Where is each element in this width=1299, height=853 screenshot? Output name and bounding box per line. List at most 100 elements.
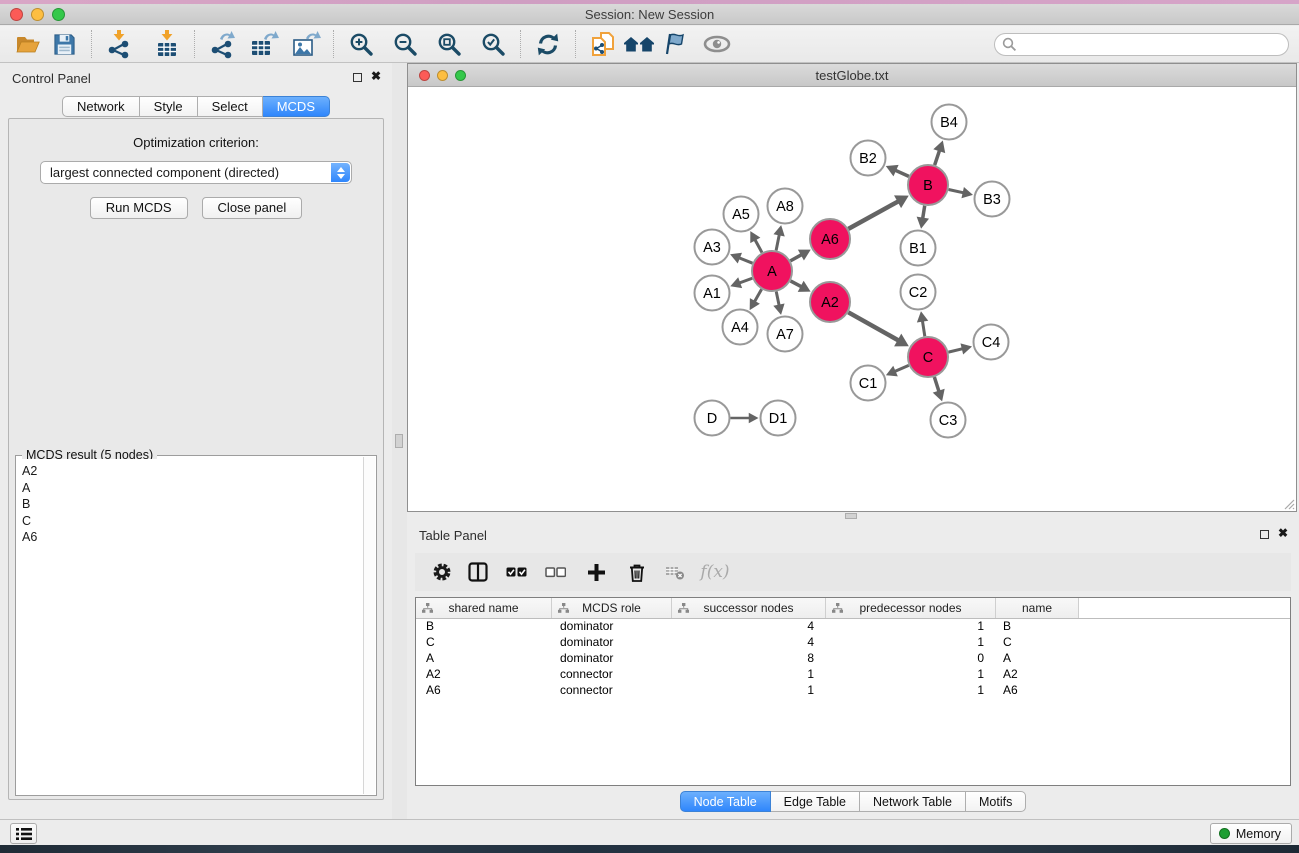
graph-edge-A-A1[interactable] [739,278,752,283]
table-cell[interactable]: 1 [672,683,826,699]
criterion-dropdown[interactable]: largest connected component (directed) [40,161,352,184]
graph-edge-C-C1[interactable] [895,365,909,371]
float-panel-icon[interactable] [353,73,362,82]
memory-button[interactable]: Memory [1210,823,1292,844]
column-header-name[interactable]: name [996,598,1079,618]
graph-edge-C-C3[interactable] [934,377,939,392]
graph-edge-B-B2[interactable] [895,170,909,176]
zoom-in-button[interactable] [343,28,379,60]
graph-edge-B-B3[interactable] [949,189,964,192]
node-table[interactable]: shared nameMCDS rolesuccessor nodesprede… [415,597,1291,786]
clone-network-button[interactable] [585,28,621,60]
table-row-A6[interactable]: A6connector11A6 [416,683,1290,699]
export-table-button[interactable] [246,28,282,60]
zoom-out-button[interactable] [387,28,423,60]
network-graph[interactable]: B4B2BB3A8A5A6A3B1AA1C2A2A4A7C4CC1DD1C3 [408,88,1296,511]
delete-row-button[interactable] [617,557,657,587]
table-row-C[interactable]: Cdominator41C [416,635,1290,651]
deselect-all-button[interactable] [535,557,575,587]
graph-edge-A-A6[interactable] [790,255,801,261]
export-image-button[interactable] [288,28,324,60]
table-row-A2[interactable]: A2connector11A2 [416,667,1290,683]
column-header-shared-name[interactable]: shared name [416,598,552,618]
table-cell[interactable]: connector [552,667,672,683]
table-cell[interactable]: 1 [826,667,996,683]
first-neighbors-button[interactable] [621,28,657,60]
graph-edge-A2-C[interactable] [848,312,898,340]
table-cell[interactable]: B [416,619,552,635]
search-input[interactable] [994,33,1289,56]
panel-splitter-horizontal[interactable] [845,513,857,519]
mcds-result-item[interactable]: A2 [22,463,362,480]
table-cell[interactable]: 4 [672,635,826,651]
column-header-predecessor-nodes[interactable]: predecessor nodes [826,598,996,618]
apply-layout-button[interactable] [530,28,566,60]
table-cell[interactable]: dominator [552,635,672,651]
table-cell[interactable]: A2 [416,667,552,683]
hide-selected-button[interactable] [657,28,693,60]
table-cell[interactable]: C [416,635,552,651]
function-builder-button[interactable]: f(x) [693,557,737,587]
run-mcds-button[interactable]: Run MCDS [90,197,188,219]
close-panel-button[interactable]: Close panel [202,197,303,219]
split-columns-button[interactable] [459,557,497,587]
graph-edge-C-C4[interactable] [948,349,962,352]
column-header-successor-nodes[interactable]: successor nodes [672,598,826,618]
tab-node-table[interactable]: Node Table [680,791,771,812]
network-window-titlebar[interactable]: testGlobe.txt [408,64,1296,87]
table-cell[interactable]: connector [552,683,672,699]
graph-edge-B-B4[interactable] [935,150,940,165]
graph-edge-A6-B[interactable] [848,201,898,229]
select-all-button[interactable] [497,557,535,587]
tab-edge-table[interactable]: Edge Table [771,791,860,812]
close-table-panel-icon[interactable]: ✖ [1278,526,1288,540]
graph-edge-A-A7[interactable] [776,292,779,306]
table-cell[interactable]: C [996,635,1079,651]
table-cell[interactable]: A2 [996,667,1079,683]
zoom-fit-button[interactable] [431,28,467,60]
mcds-result-item[interactable]: C [22,513,362,530]
tab-motifs[interactable]: Motifs [966,791,1026,812]
open-session-button[interactable] [10,28,46,60]
export-network-button[interactable] [204,28,240,60]
tab-network[interactable]: Network [62,96,140,117]
import-network-button[interactable] [101,28,137,60]
resize-grip-icon[interactable] [1282,497,1295,510]
graph-edge-A-A8[interactable] [776,234,779,250]
column-header-MCDS-role[interactable]: MCDS role [552,598,672,618]
tab-style[interactable]: Style [140,96,198,117]
mcds-result-item[interactable]: A6 [22,529,362,546]
tab-network-table[interactable]: Network Table [860,791,966,812]
table-cell[interactable]: A [996,651,1079,667]
table-cell[interactable]: A6 [416,683,552,699]
table-cell[interactable]: 0 [826,651,996,667]
tab-mcds[interactable]: MCDS [263,96,330,117]
panel-splitter-vertical[interactable] [392,63,407,819]
zoom-selected-button[interactable] [475,28,511,60]
close-panel-icon[interactable]: ✖ [371,69,381,83]
splitter-handle-icon[interactable] [395,434,403,448]
graph-edge-A-A5[interactable] [755,239,762,252]
save-session-button[interactable] [46,28,82,60]
table-cell[interactable]: 1 [826,683,996,699]
graph-edge-A-A4[interactable] [754,289,761,302]
graph-edge-A-A2[interactable] [791,281,802,287]
graph-edge-B-B1[interactable] [923,206,925,219]
mcds-result-item[interactable]: B [22,496,362,513]
add-column-button[interactable] [575,557,617,587]
table-settings-button[interactable] [425,557,459,587]
table-cell[interactable]: A [416,651,552,667]
table-cell[interactable]: B [996,619,1079,635]
destroy-column-button[interactable] [657,557,693,587]
table-cell[interactable]: dominator [552,619,672,635]
result-scrollbar[interactable] [363,457,375,794]
main-titlebar[interactable]: Session: New Session [0,4,1299,25]
table-cell[interactable]: dominator [552,651,672,667]
mcds-result-item[interactable]: A [22,480,362,497]
task-history-button[interactable] [10,823,37,844]
table-cell[interactable]: A6 [996,683,1079,699]
graph-edge-C-C2[interactable] [922,321,924,337]
float-table-panel-icon[interactable] [1260,530,1269,539]
table-cell[interactable]: 4 [672,619,826,635]
network-canvas[interactable]: B4B2BB3A8A5A6A3B1AA1C2A2A4A7C4CC1DD1C3 [408,88,1296,511]
